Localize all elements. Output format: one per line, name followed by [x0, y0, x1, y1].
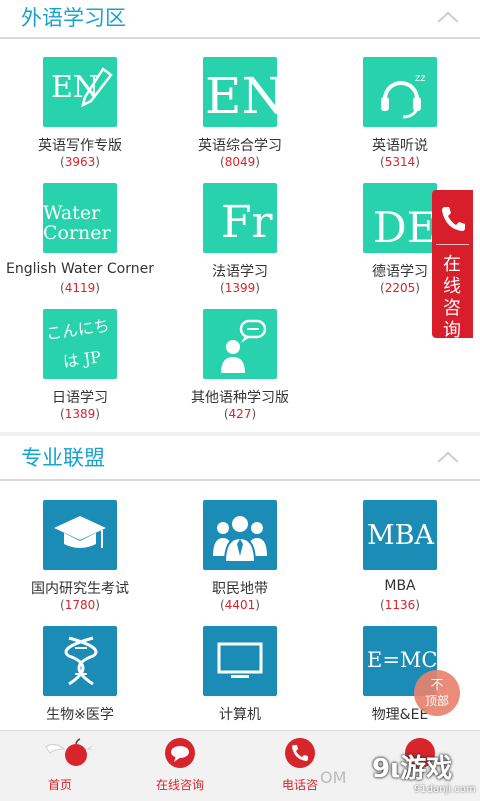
phone-icon: [442, 207, 465, 231]
board-japanese[interactable]: こんにちは JP 日语学习 (1389): [0, 309, 160, 434]
board-count: (1136): [380, 598, 420, 612]
board-count: (5314): [380, 155, 420, 169]
board-name: MBA: [384, 578, 416, 594]
board-name: 生物※医学: [46, 707, 114, 723]
nav-label: 首页: [47, 778, 72, 792]
team-icon: [203, 500, 277, 570]
section-separator: [0, 432, 480, 436]
board-name: 法语学习: [212, 264, 268, 280]
watermark-logo: 9ι游戏 91danji.com: [350, 740, 480, 800]
monitor-icon: [203, 626, 277, 696]
divider: [436, 244, 469, 245]
board-count: (1399): [220, 281, 260, 295]
nav-phone-consult[interactable]: 电话咨: [240, 731, 360, 801]
mba-icon: MBA: [363, 500, 437, 570]
dna-icon: [43, 626, 117, 696]
board-english-writing[interactable]: EN 英语写作专版 (3963): [0, 57, 160, 182]
board-name: 日语学习: [52, 390, 108, 406]
to-top-label: 顶部: [424, 694, 449, 708]
board-count: (427): [223, 407, 257, 421]
japanese-icon: こんにちは JP: [43, 309, 117, 379]
board-name: 英语写作专版: [38, 138, 122, 154]
board-name: 英语综合学习: [198, 138, 282, 154]
board-count: (3963): [60, 155, 100, 169]
board-workplace[interactable]: 职民地带 (4401): [160, 500, 320, 625]
back-to-top-button[interactable]: 不 顶部: [414, 670, 460, 716]
to-top-arrow: 不: [430, 678, 444, 693]
chat-bubble-icon: [165, 738, 195, 768]
headset-icon: zz: [363, 57, 437, 127]
water-corner-icon: Water Corner: [43, 183, 117, 253]
section-header-professional-alliance[interactable]: 专业联盟: [0, 440, 480, 478]
board-name: 职民地带: [212, 581, 268, 597]
section-header-foreign-language[interactable]: 外语学习区: [0, 0, 480, 38]
board-count: (4401): [220, 598, 260, 612]
svg-text:zz: zz: [415, 73, 426, 84]
phone-icon: [285, 738, 315, 768]
board-other-languages[interactable]: 其他语种学习版 (427): [160, 309, 320, 434]
board-name: 国内研究生考试: [31, 581, 129, 597]
board-english-listening[interactable]: zz 英语听说 (5314): [320, 57, 480, 182]
professional-alliance-grid: 国内研究生考试 (1780) 职民地带 (4401) MBA MBA (1136…: [0, 500, 480, 730]
foreign-language-grid: EN 英语写作专版 (3963) EN 英语综合学习 (8049) zz 英语听…: [0, 57, 480, 427]
section-title: 专业联盟: [21, 446, 105, 470]
section-divider: [0, 479, 480, 481]
chevron-up-icon[interactable]: [436, 10, 460, 24]
apple-wings-icon: [45, 738, 92, 766]
section-title: 外语学习区: [21, 6, 126, 30]
board-name: 计算机: [219, 707, 261, 723]
board-english-general[interactable]: EN 英语综合学习 (8049): [160, 57, 320, 182]
watermark-text: OM: [320, 768, 347, 787]
board-english-water-corner[interactable]: Water Corner English Water Corner (4119): [0, 183, 160, 308]
french-icon: Fr: [203, 183, 277, 253]
online-consult-label: 在线咨询: [443, 254, 461, 341]
board-french[interactable]: Fr 法语学习 (1399): [160, 183, 320, 308]
english-general-icon: EN: [203, 57, 277, 127]
nav-home[interactable]: 首页: [0, 731, 120, 801]
board-mba[interactable]: MBA MBA (1136): [320, 500, 480, 625]
nav-online-consult[interactable]: 在线咨询: [120, 731, 240, 801]
section-divider: [0, 37, 480, 39]
board-computer[interactable]: 计算机: [160, 626, 320, 730]
nav-label: 在线咨询: [155, 778, 204, 792]
watermark-url: 91danji.com: [414, 784, 476, 795]
board-graduate-exam[interactable]: 国内研究生考试 (1780): [0, 500, 160, 625]
board-count: (1389): [60, 407, 100, 421]
watermark-logo-text: 9ι游戏: [372, 754, 453, 784]
board-count: (8049): [220, 155, 260, 169]
board-count: (1780): [60, 598, 100, 612]
english-writing-icon: EN: [43, 57, 117, 127]
online-consult-float-button[interactable]: 在线咨询: [432, 190, 473, 341]
board-name: 英语听说: [372, 138, 428, 154]
speaker-person-icon: [203, 309, 277, 379]
board-name: English Water Corner: [6, 261, 154, 277]
board-count: (4119): [60, 281, 100, 295]
board-name: 其他语种学习版: [191, 390, 289, 406]
graduation-cap-icon: [43, 500, 117, 570]
chevron-up-icon[interactable]: [436, 450, 460, 464]
board-biomedicine[interactable]: 生物※医学: [0, 626, 160, 730]
german-icon: DE: [363, 183, 437, 253]
